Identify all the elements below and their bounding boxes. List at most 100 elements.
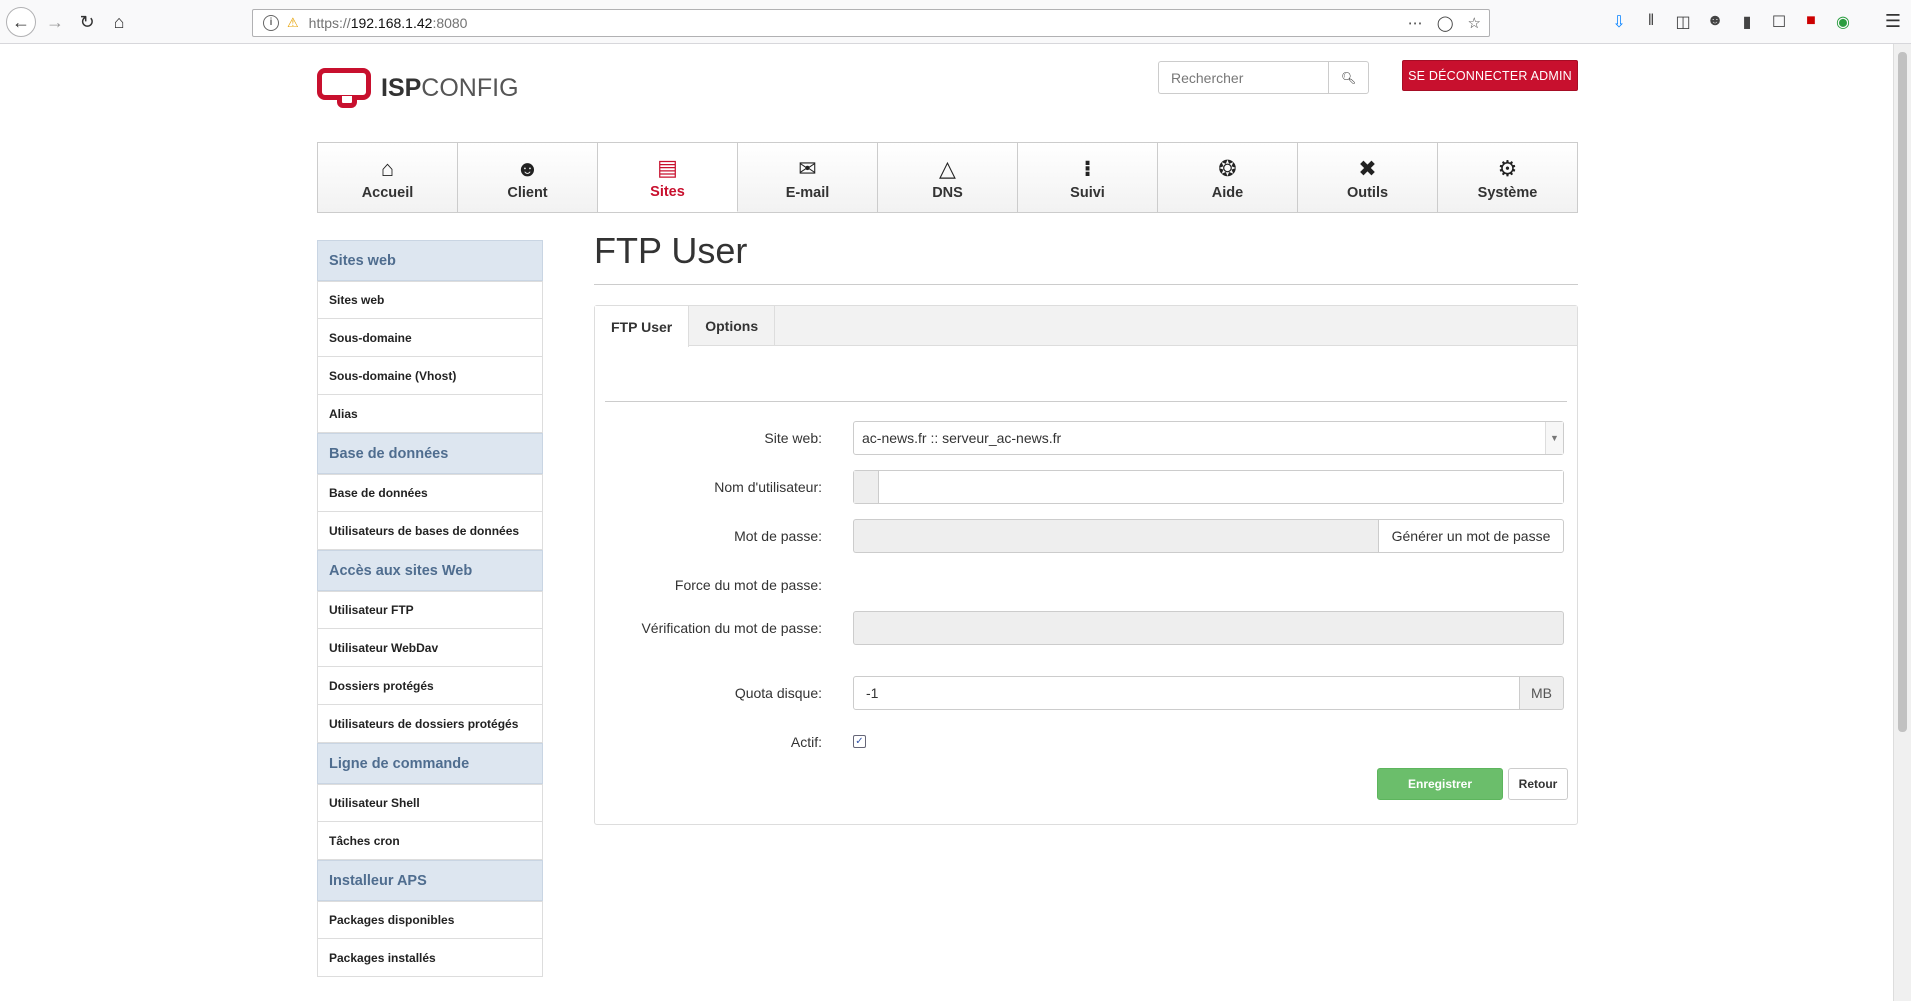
- home-icon: ⌂: [380, 155, 395, 181]
- active-checkbox[interactable]: ✓: [853, 735, 866, 748]
- page: ISPCONFIG 🔍︎ SE DÉCONNECTER ADMIN ⌂Accue…: [0, 44, 1893, 1001]
- sidebar-item-utilisateurs-bases[interactable]: Utilisateurs de bases de données: [317, 512, 543, 550]
- sites-icon: ▤: [657, 155, 678, 180]
- nav-email[interactable]: ✉ E-mail: [738, 143, 878, 212]
- password-label: Mot de passe:: [734, 528, 822, 544]
- verify-password-input[interactable]: [853, 611, 1564, 645]
- username-input[interactable]: [879, 471, 1563, 503]
- search-button[interactable]: 🔍︎: [1328, 61, 1369, 94]
- active-row: Actif: ✓: [595, 725, 1579, 759]
- sidebar-item-packages-installes[interactable]: Packages installés: [317, 939, 543, 977]
- form-panel: FTP User Options Site web: ac-news.fr ::…: [594, 305, 1578, 825]
- save-button[interactable]: Enregistrer: [1377, 768, 1503, 800]
- nav-aide[interactable]: ❂ Aide: [1158, 143, 1298, 212]
- username-row: Nom d'utilisateur:: [595, 470, 1579, 504]
- pocket-icon[interactable]: ◯: [1437, 14, 1454, 32]
- pdf-icon[interactable]: ■: [1802, 12, 1820, 32]
- generate-password-button[interactable]: Générer un mot de passe: [1378, 519, 1564, 553]
- sidebar: Sites web Sites web Sous-domaine Sous-do…: [317, 240, 543, 977]
- sidebar-item-sous-domaine-vhost[interactable]: Sous-domaine (Vhost): [317, 357, 543, 395]
- address-bar[interactable]: i ⚠ https://192.168.1.42:8080 ⋯ ◯ ☆: [252, 9, 1490, 37]
- page-title: FTP User: [594, 230, 1578, 285]
- chevron-down-icon[interactable]: ▼: [1545, 422, 1563, 454]
- sidebar-section-base-de-donnees: Base de données: [317, 433, 543, 474]
- search-input[interactable]: [1158, 61, 1328, 94]
- info-icon[interactable]: i: [263, 15, 279, 31]
- menu-icon[interactable]: ☰: [1885, 11, 1901, 32]
- sidebar-item-dossiers-proteges[interactable]: Dossiers protégés: [317, 667, 543, 705]
- tools-icon: ✖: [1358, 155, 1377, 181]
- sidebar-item-packages-disponibles[interactable]: Packages disponibles: [317, 901, 543, 939]
- search-icon: 🔍︎: [1340, 70, 1357, 85]
- forward-button[interactable]: →: [40, 7, 70, 37]
- sidebar-item-alias[interactable]: Alias: [317, 395, 543, 433]
- tab-options[interactable]: Options: [689, 306, 776, 345]
- logo-mark-icon: [317, 68, 373, 108]
- lifebuoy-icon: ❂: [1218, 155, 1237, 181]
- sidebar-icon[interactable]: ◫: [1674, 12, 1692, 32]
- quota-input[interactable]: -1: [853, 676, 1520, 710]
- nav-sites[interactable]: ▤ Sites: [598, 143, 738, 212]
- main-nav: ⌂ Accueil ☻ Client ▤ Sites ✉ E-mail △ DNS ⁝ Su…: [317, 142, 1578, 213]
- gear-icon: ⚙: [1497, 155, 1518, 181]
- ispconfig-logo[interactable]: ISPCONFIG: [317, 66, 519, 110]
- back-button[interactable]: ←: [6, 7, 36, 37]
- extension-grey-icon[interactable]: ☐: [1770, 12, 1788, 32]
- sidebar-item-sites-web[interactable]: Sites web: [317, 281, 543, 319]
- verify-label: Vérification du mot de passe:: [641, 620, 822, 636]
- sidebar-section-sites-web: Sites web: [317, 240, 543, 281]
- logout-button[interactable]: SE DÉCONNECTER ADMIN: [1402, 60, 1578, 91]
- users-icon: ☻: [515, 155, 540, 181]
- active-label: Actif:: [790, 734, 822, 750]
- quota-unit: MB: [1520, 676, 1564, 710]
- nav-dns[interactable]: △ DNS: [878, 143, 1018, 212]
- traffic-light-icon: ⁝: [1083, 155, 1092, 181]
- sidebar-item-sous-domaine[interactable]: Sous-domaine: [317, 319, 543, 357]
- nav-suivi[interactable]: ⁝ Suivi: [1018, 143, 1158, 212]
- nav-accueil[interactable]: ⌂ Accueil: [318, 143, 458, 212]
- extension-icon[interactable]: ▮: [1738, 12, 1756, 32]
- arrow-right-icon: →: [46, 11, 64, 32]
- password-row: Mot de passe: Générer un mot de passe: [595, 519, 1579, 553]
- browser-toolbar: ← → ↻ ⌂ i ⚠ https://192.168.1.42:8080 ⋯ …: [0, 0, 1911, 44]
- download-icon[interactable]: ⇩: [1610, 12, 1628, 32]
- sidebar-section-ligne-commande: Ligne de commande: [317, 743, 543, 784]
- reload-button[interactable]: ↻: [72, 7, 102, 37]
- quota-label: Quota disque:: [734, 685, 822, 701]
- url-text[interactable]: https://192.168.1.42:8080: [309, 15, 468, 31]
- scrollbar-thumb[interactable]: [1898, 52, 1907, 732]
- nav-outils[interactable]: ✖ Outils: [1298, 143, 1438, 212]
- nav-systeme[interactable]: ⚙ Système: [1438, 143, 1577, 212]
- library-icon[interactable]: ‖: [1642, 12, 1660, 32]
- strength-row: Force du mot de passe:: [595, 568, 1579, 602]
- search-form: 🔍︎: [1158, 61, 1369, 94]
- sidebar-item-taches-cron[interactable]: Tâches cron: [317, 822, 543, 860]
- divider: [605, 401, 1567, 402]
- nav-client[interactable]: ☻ Client: [458, 143, 598, 212]
- account-icon[interactable]: ☻: [1706, 12, 1724, 32]
- tab-bar: FTP User Options: [595, 306, 1577, 347]
- home-button[interactable]: ⌂: [104, 7, 134, 37]
- sidebar-item-base-de-donnees[interactable]: Base de données: [317, 474, 543, 512]
- more-actions-icon[interactable]: ⋯: [1408, 14, 1423, 32]
- sidebar-item-utilisateur-ftp[interactable]: Utilisateur FTP: [317, 591, 543, 629]
- site-select[interactable]: ac-news.fr :: serveur_ac-news.fr ▼: [853, 421, 1564, 455]
- sidebar-item-utilisateurs-dossiers[interactable]: Utilisateurs de dossiers protégés: [317, 705, 543, 743]
- scrollbar[interactable]: [1893, 44, 1911, 1001]
- sidebar-item-utilisateur-shell[interactable]: Utilisateur Shell: [317, 784, 543, 822]
- strength-label: Force du mot de passe:: [674, 577, 822, 593]
- dns-icon: △: [939, 155, 956, 181]
- password-input[interactable]: [853, 519, 1378, 553]
- sidebar-item-utilisateur-webdav[interactable]: Utilisateur WebDav: [317, 629, 543, 667]
- site-label: Site web:: [764, 430, 822, 446]
- shield-icon[interactable]: ◉: [1834, 12, 1852, 32]
- site-row: Site web: ac-news.fr :: serveur_ac-news.…: [595, 421, 1579, 455]
- warning-lock-icon[interactable]: ⚠: [287, 15, 299, 31]
- tab-ftp-user[interactable]: FTP User: [595, 306, 690, 347]
- back-form-button[interactable]: Retour: [1508, 768, 1568, 800]
- verify-row: Vérification du mot de passe:: [595, 611, 1579, 645]
- arrow-left-icon: ←: [12, 11, 30, 32]
- check-icon: ✓: [855, 736, 864, 747]
- bookmark-star-icon[interactable]: ☆: [1468, 14, 1481, 32]
- logo-text: ISPCONFIG: [381, 73, 519, 102]
